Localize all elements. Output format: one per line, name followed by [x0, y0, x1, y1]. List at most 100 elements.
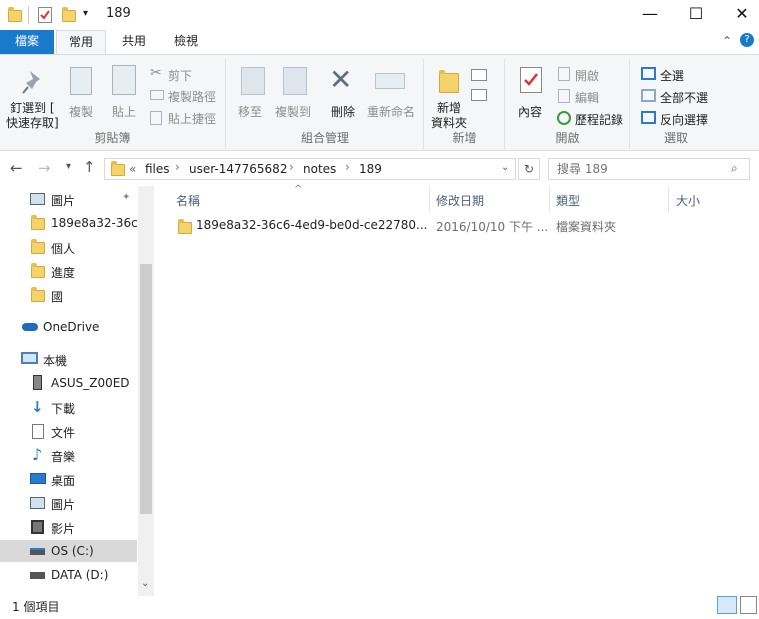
folder-icon	[31, 239, 45, 254]
rename-button[interactable]: 重新命名	[367, 103, 415, 120]
navigation-pane: 圖片 ✦ 189e8a32-36c6 個人 進度 國 OneDrive 本機 AS…	[0, 186, 154, 596]
tree-item-folder-189e[interactable]: 189e8a32-36c6	[0, 212, 137, 234]
paste-icon	[112, 65, 136, 95]
folder-icon	[31, 215, 45, 230]
file-name[interactable]: 189e8a32-36c6-4ed9-be0d-ce22780...	[196, 218, 428, 232]
column-header-type[interactable]: 類型	[556, 192, 580, 209]
cut-button[interactable]: 剪下	[168, 67, 192, 84]
tree-item-desktop[interactable]: 桌面	[0, 468, 137, 490]
chevron-up-icon[interactable]: ⌃	[722, 34, 732, 48]
tree-item-this-pc[interactable]: 本機	[0, 348, 137, 370]
scrollbar-thumb[interactable]	[140, 264, 152, 514]
folder-icon	[8, 7, 22, 22]
open-button[interactable]: 開啟	[575, 67, 599, 84]
easy-access-icon[interactable]	[471, 89, 487, 101]
back-arrow-icon[interactable]: ←	[10, 159, 23, 177]
pin-icon[interactable]: ✦	[122, 192, 130, 203]
breadcrumb-189[interactable]: 189	[359, 162, 382, 176]
scroll-down-icon[interactable]: ⌄	[141, 578, 149, 589]
breadcrumb-user[interactable]: user-147765682	[189, 162, 287, 176]
paste-button[interactable]: 貼上	[112, 103, 136, 120]
properties-button[interactable]: 內容	[518, 103, 542, 120]
pictures-icon	[30, 497, 45, 509]
pin-quick-access-button[interactable]: 釘選到 [ 快速存取]	[6, 101, 59, 131]
tree-item-pictures-pinned[interactable]: 圖片 ✦	[0, 188, 137, 210]
navigation-scrollbar[interactable]: ⌄	[138, 186, 154, 596]
refresh-icon[interactable]: ↻	[518, 158, 540, 180]
forward-arrow-icon[interactable]: →	[38, 159, 51, 177]
breadcrumb-notes[interactable]: notes	[303, 162, 336, 176]
select-group-label: 選取	[663, 131, 688, 145]
new-folder-quick-icon[interactable]	[62, 7, 76, 22]
paste-shortcut-button[interactable]: 貼上捷徑	[168, 110, 216, 127]
folder-icon	[178, 219, 192, 234]
new-folder-button[interactable]: 新增 資料夾	[431, 101, 467, 131]
help-icon[interactable]: ?	[740, 33, 754, 47]
up-arrow-icon[interactable]: ↑	[83, 158, 96, 176]
search-box[interactable]: ⌕	[548, 158, 750, 180]
details-view-icon[interactable]	[717, 596, 737, 614]
tree-item-music[interactable]: ♪ 音樂	[0, 444, 137, 466]
tab-view[interactable]: 檢視	[164, 30, 208, 54]
tree-item-documents[interactable]: 文件	[0, 420, 137, 442]
tree-item-country[interactable]: 國	[0, 284, 137, 306]
minimize-button[interactable]: —	[627, 0, 673, 30]
column-header-size[interactable]: 大小	[676, 192, 700, 209]
select-none-button[interactable]: 全部不選	[660, 89, 708, 106]
ribbon: 釘選到 [ 快速存取] 複製 貼上 ✂ 剪下 複製路徑 貼上捷徑 剪貼簿 移至 …	[0, 54, 759, 151]
address-dropdown-icon[interactable]: ⌄	[501, 162, 509, 173]
new-group-label: 新增	[452, 131, 477, 145]
column-header-modified[interactable]: 修改日期	[436, 192, 484, 209]
copy-path-icon	[150, 90, 164, 100]
new-group: 新增 資料夾 新增	[425, 59, 505, 149]
clipboard-group: 釘選到 [ 快速存取] 複製 貼上 ✂ 剪下 複製路徑 貼上捷徑 剪貼簿	[0, 59, 226, 149]
recent-locations-icon[interactable]: ▾	[66, 161, 71, 172]
column-divider[interactable]	[668, 186, 669, 212]
move-to-button[interactable]: 移至	[238, 103, 262, 120]
breadcrumb-separator-icon: ›	[175, 160, 180, 174]
tree-item-pictures[interactable]: 圖片	[0, 492, 137, 514]
tab-home[interactable]: 常用	[56, 30, 106, 55]
search-icon[interactable]: ⌕	[731, 161, 738, 176]
file-type: 檔案資料夾	[556, 220, 617, 234]
edit-button[interactable]: 編輯	[575, 89, 599, 106]
tree-item-onedrive[interactable]: OneDrive	[0, 316, 137, 338]
chevron-down-icon[interactable]: ▾	[83, 8, 88, 19]
history-button[interactable]: 歷程記錄	[575, 111, 623, 128]
column-divider[interactable]	[429, 186, 430, 212]
address-bar[interactable]: « files › user-147765682 › notes › 189 ⌄	[104, 158, 516, 180]
new-item-icon[interactable]	[471, 69, 487, 81]
tree-item-asus-phone[interactable]: ASUS_Z00ED	[0, 372, 137, 394]
documents-icon	[32, 424, 44, 439]
copy-path-button[interactable]: 複製路徑	[168, 88, 216, 105]
tree-item-progress[interactable]: 進度	[0, 260, 137, 282]
open-group-label: 開啟	[555, 131, 580, 145]
open-icon	[558, 67, 570, 81]
ribbon-tabs: 檔案 常用 共用 檢視 ⌃ ?	[0, 30, 759, 55]
tree-item-data-d[interactable]: DATA (D:)	[0, 564, 137, 586]
breadcrumb-overflow[interactable]: «	[129, 162, 136, 176]
tree-item-os-c[interactable]: OS (C:)	[0, 540, 137, 562]
breadcrumb-files[interactable]: files	[145, 162, 170, 176]
invert-selection-icon	[641, 111, 656, 124]
close-button[interactable]: ✕	[719, 0, 759, 30]
tab-file[interactable]: 檔案	[0, 30, 54, 54]
sort-ascending-icon: ^	[294, 184, 303, 195]
properties-quick-icon[interactable]	[38, 7, 52, 23]
select-all-icon	[641, 67, 656, 80]
maximize-button[interactable]: ☐	[673, 0, 719, 30]
copy-to-button[interactable]: 複製到	[275, 103, 311, 120]
tree-item-videos[interactable]: 影片	[0, 516, 137, 538]
select-all-button[interactable]: 全選	[660, 67, 684, 84]
tree-item-downloads[interactable]: ↓ 下載	[0, 396, 137, 418]
tree-item-personal[interactable]: 個人	[0, 236, 137, 258]
search-input[interactable]	[557, 161, 727, 177]
column-divider[interactable]	[549, 186, 550, 212]
large-icons-view-icon[interactable]	[740, 596, 757, 614]
scissors-icon: ✂	[150, 65, 162, 81]
copy-button[interactable]: 複製	[69, 103, 93, 120]
delete-button[interactable]: 刪除	[331, 103, 355, 120]
invert-selection-button[interactable]: 反向選擇	[660, 111, 708, 128]
tab-share[interactable]: 共用	[112, 30, 156, 54]
column-header-name[interactable]: 名稱	[176, 192, 200, 209]
